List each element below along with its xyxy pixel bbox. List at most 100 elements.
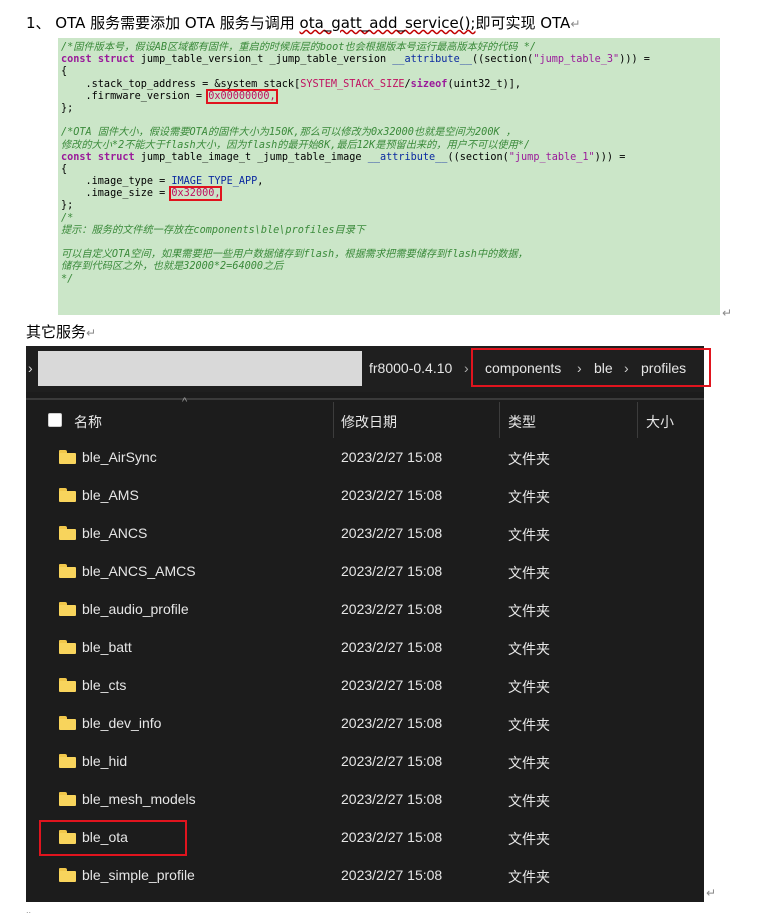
file-date: 2023/2/27 15:08 [341,791,443,807]
code-text: .image_size = [61,188,172,200]
file-date: 2023/2/27 15:08 [341,525,443,541]
file-row[interactable]: ble_AirSync 2023/2/27 15:08 文件夹 [26,439,704,477]
file-name: ble_audio_profile [82,601,189,617]
code-text: (uint32_t)], [447,78,522,90]
code-line-firmware-version: .firmware_version = 0x00000000, [61,88,720,104]
code-text: .firmware_version = [61,90,209,102]
column-header-type[interactable]: 类型 [508,410,536,434]
file-name: ble_ANCS_AMCS [82,563,196,579]
instruction-heading: 1、 OTA 服务需要添加 OTA 服务与调用 ota_gatt_add_ser… [26,12,580,35]
code-comment-custom-ota: 可以自定义OTA空间，如果需要把一些用户数据储存到flash，根据需求把需要储存… [61,249,528,261]
breadcrumb-ble[interactable]: ble [594,360,613,376]
code-text: jump_table_version_t _jump_table_version [134,54,393,66]
file-row[interactable]: ble_ANCS_AMCS 2023/2/27 15:08 文件夹 [26,553,704,591]
code-text: ))) = [619,54,650,66]
column-header-size[interactable]: 大小 [646,410,674,434]
folder-icon [59,640,76,654]
heading-function-name: ota_gatt_add_service(); [299,14,476,32]
chevron-right-icon[interactable]: › [28,360,33,376]
folder-icon [59,526,76,540]
file-name: ble_hid [82,753,128,769]
bottom-dots: .. [26,906,32,915]
code-line: }; [61,200,74,212]
code-line-stack: .stack_top_address = &system_stack[SYSTE… [61,79,720,91]
file-row[interactable]: ble_ANCS 2023/2/27 15:08 文件夹 [26,515,704,553]
folder-icon [59,754,76,768]
column-divider[interactable] [499,402,500,438]
file-row[interactable]: ble_hid 2023/2/27 15:08 文件夹 [26,743,704,781]
ble-ota-highlight [39,820,187,856]
code-keyword: struct [97,151,135,163]
file-name: ble_dev_info [82,715,162,731]
heading-prefix: 1、 OTA 服务需要添加 OTA 服务与调用 [26,14,300,32]
code-comment-hint: 提示：服务的文件统一存放在components\ble\profiles目录下 [61,224,366,236]
code-text: jump_table_image_t _jump_table_image [134,151,368,163]
code-string: "jump_table_3" [533,54,620,66]
code-attribute: __attribute__ [392,54,472,66]
code-keyword: sizeof [410,78,448,90]
column-divider[interactable] [333,402,334,438]
file-type: 文件夹 [508,755,550,771]
code-comment-ota-size: /*OTA 固件大小，假设需要OTA的固件大小为150K,那么可以修改为0x32… [61,127,516,139]
code-keyword: const [61,151,92,163]
code-text: ))) = [594,151,626,163]
chevron-right-icon[interactable]: › [464,360,469,376]
breadcrumb-profiles[interactable]: profiles [641,360,686,376]
file-type: 文件夹 [508,793,550,809]
file-type: 文件夹 [508,489,550,505]
file-date: 2023/2/27 15:08 [341,601,443,617]
code-snippet: /*固件版本号，假设AB区域都有固件，重启的时候底层的boot也会根据版本号运行… [58,38,720,315]
breadcrumb-fr8000[interactable]: fr8000-0.4.10 [369,360,452,376]
file-name: ble_ANCS [82,525,148,541]
chevron-right-icon[interactable]: › [624,360,629,376]
file-row[interactable]: ble_dev_info 2023/2/27 15:08 文件夹 [26,705,704,743]
column-header-date[interactable]: 修改日期 [341,410,397,434]
code-line-version-decl: const struct jump_table_version_t _jump_… [61,54,720,66]
file-date: 2023/2/27 15:08 [341,867,443,883]
file-row[interactable]: ble_batt 2023/2/27 15:08 文件夹 [26,629,704,667]
code-comment-ota-size-2: 修改的大小*2不能大于flash大小，因为flash的最开始8K,最后12K是预… [61,139,531,151]
folder-icon [59,488,76,502]
file-row[interactable]: ble_cts 2023/2/27 15:08 文件夹 [26,667,704,705]
code-line: { [61,163,68,175]
address-bar[interactable]: › fr8000-0.4.10 › components › ble › pro… [26,346,711,392]
code-keyword: struct [97,54,135,66]
file-type: 文件夹 [508,679,550,695]
file-type: 文件夹 [508,869,550,885]
file-row[interactable]: ble_mesh_models 2023/2/27 15:08 文件夹 [26,781,704,819]
column-divider[interactable] [637,402,638,438]
code-line-image-size: .image_size = 0x32000, [61,186,720,202]
file-name: ble_AMS [82,487,139,503]
file-date: 2023/2/27 15:08 [341,487,443,503]
other-services-text: 其它服务 [26,323,87,341]
code-keyword: const [61,54,92,66]
column-header-name[interactable]: 名称 [74,410,102,434]
file-name: ble_simple_profile [82,867,195,883]
paragraph-mark-icon: ↵ [706,886,717,900]
folder-icon [59,602,76,616]
other-services-label: 其它服务↵ [26,322,96,343]
toolbar-divider [26,398,704,400]
sort-ascending-icon: ^ [182,396,188,408]
file-row[interactable]: ble_audio_profile 2023/2/27 15:08 文件夹 [26,591,704,629]
paragraph-mark-icon: ↵ [722,306,733,320]
code-attribute: __attribute__ [367,151,448,163]
file-date: 2023/2/27 15:08 [341,677,443,693]
select-all-checkbox[interactable] [48,413,62,427]
file-date: 2023/2/27 15:08 [341,715,443,731]
file-row[interactable]: ble_AMS 2023/2/27 15:08 文件夹 [26,477,704,515]
file-row[interactable]: ble_simple_profile 2023/2/27 15:08 文件夹 [26,857,704,895]
file-date: 2023/2/27 15:08 [341,829,443,845]
heading-suffix: 即可实现 OTA [475,14,571,32]
file-type: 文件夹 [508,527,550,543]
file-name: ble_mesh_models [82,791,196,807]
chevron-right-icon[interactable]: › [577,360,582,376]
breadcrumb-components[interactable]: components [485,360,561,376]
code-line-image-decl: const struct jump_table_image_t _jump_ta… [61,152,720,164]
file-name: ble_cts [82,677,127,693]
file-date: 2023/2/27 15:08 [341,753,443,769]
folder-icon [59,716,76,730]
file-type: 文件夹 [508,641,550,657]
